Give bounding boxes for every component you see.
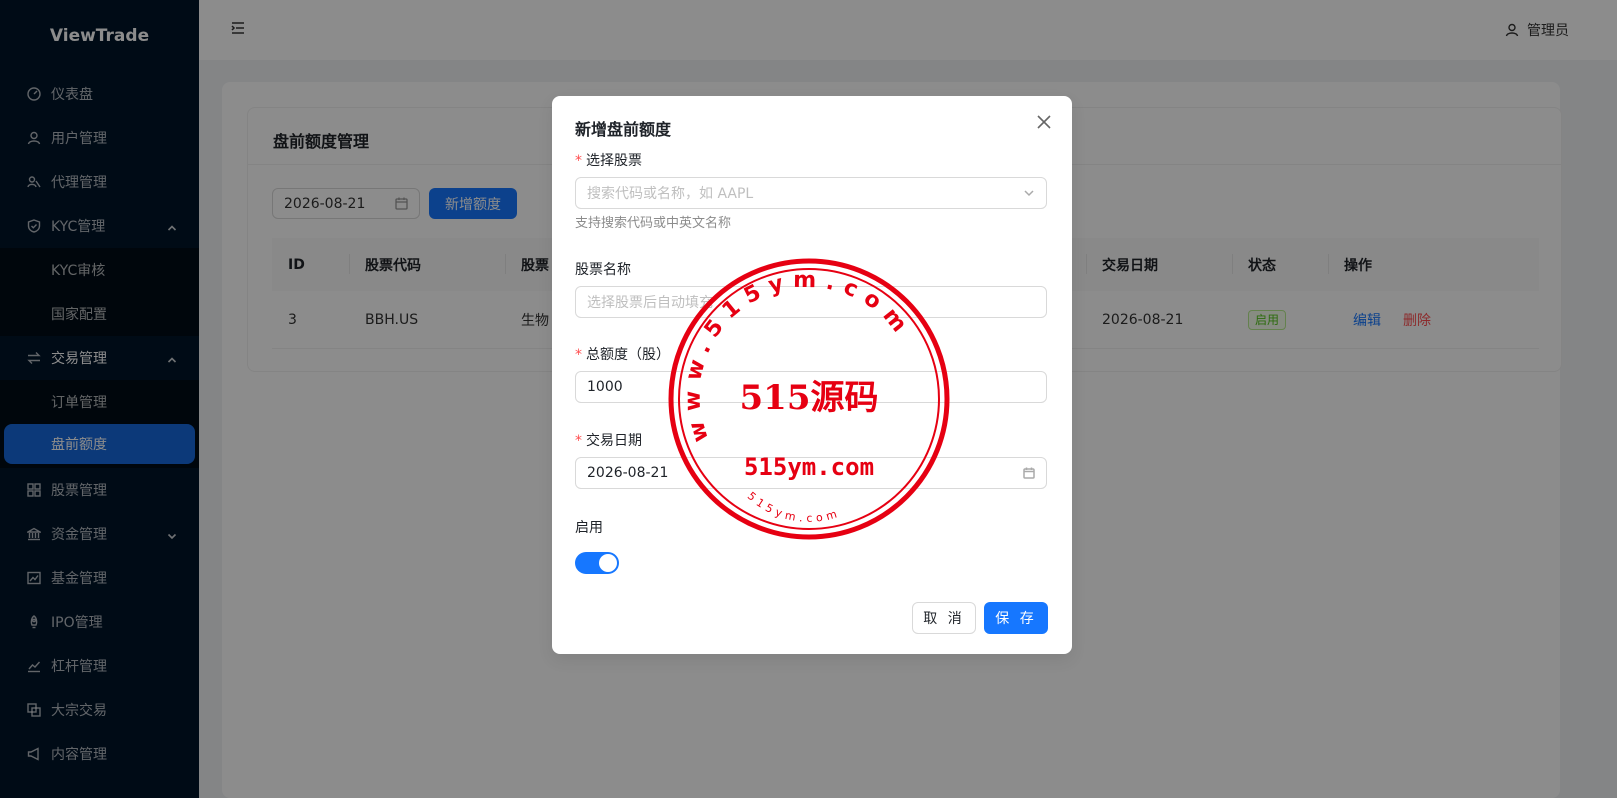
quota-label: * 总额度（股） <box>575 344 670 364</box>
watermark-main-text: 515源码 <box>740 378 879 418</box>
stock-label: * 选择股票 <box>575 150 642 170</box>
date-label-text: 交易日期 <box>586 433 642 449</box>
quota-label-text: 总额度（股） <box>586 347 670 363</box>
trade-date-value: 2026-08-21 <box>587 465 669 481</box>
enable-switch[interactable] <box>575 552 619 574</box>
required-mark: * <box>575 433 582 449</box>
enable-label: 启用 <box>575 520 603 536</box>
modal-title: 新增盘前额度 <box>575 120 672 139</box>
date-label: * 交易日期 <box>575 430 642 450</box>
close-icon[interactable] <box>1036 114 1052 130</box>
cancel-button[interactable]: 取 消 <box>912 602 976 634</box>
required-mark: * <box>575 153 582 169</box>
watermark-sub-text: 515ym.com <box>744 453 874 481</box>
stock-label-text: 选择股票 <box>586 153 642 169</box>
chevron-down-icon <box>1023 187 1035 199</box>
stock-select-placeholder: 搜索代码或名称，如 AAPL <box>587 186 754 202</box>
stock-select[interactable]: 搜索代码或名称，如 AAPL <box>575 177 1047 209</box>
calendar-icon <box>1023 467 1035 479</box>
name-label: 股票名称 <box>575 262 631 278</box>
stock-help-text: 支持搜索代码或中英文名称 <box>575 216 732 231</box>
quota-value: 1000 <box>587 379 623 395</box>
watermark-stamp: www.515ym.com 515源码 515ym.com 515ym.com <box>667 257 951 541</box>
required-mark: * <box>575 347 582 363</box>
switch-knob <box>599 554 617 572</box>
save-button[interactable]: 保 存 <box>984 602 1048 634</box>
